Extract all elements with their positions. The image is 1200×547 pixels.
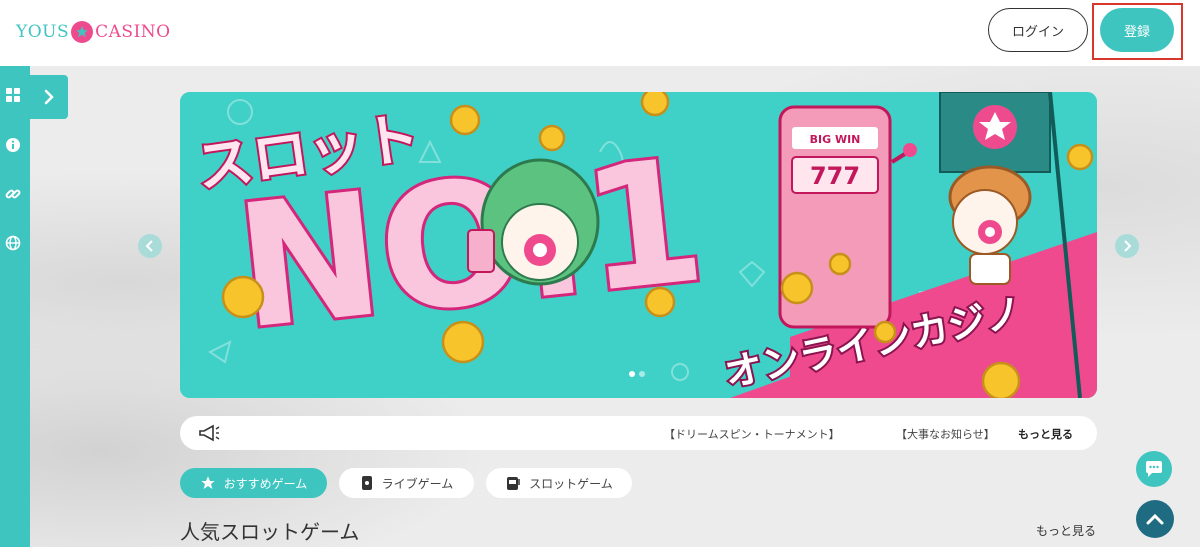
tab-label: スロットゲーム	[529, 476, 613, 491]
banner-next-button[interactable]	[1115, 234, 1139, 258]
chat-bubble-icon	[1146, 461, 1162, 477]
sidebar-expand-button[interactable]	[30, 75, 68, 119]
left-sidebar	[0, 66, 30, 547]
logo-text-right: CASINO	[95, 22, 171, 42]
chevron-left-icon	[145, 240, 153, 252]
news-item-tournament[interactable]: 【ドリームスピン・トーナメント】	[664, 426, 840, 442]
promo-banner[interactable]: スロット NO.1 オンラインカジノ BIG WIN 777	[180, 92, 1097, 398]
globe-icon[interactable]	[4, 234, 22, 252]
banner-machine-label: BIG WIN	[810, 133, 861, 146]
banner-prev-button[interactable]	[138, 234, 162, 258]
chat-button[interactable]	[1136, 451, 1172, 487]
tab-live-games[interactable]: ライブゲーム	[339, 468, 474, 498]
chevron-up-icon	[1146, 513, 1164, 525]
banner-artwork: スロット NO.1 オンラインカジノ BIG WIN 777	[180, 92, 1097, 398]
grid-icon[interactable]	[4, 86, 22, 104]
site-logo[interactable]: YOUS CASINO	[16, 18, 171, 46]
top-header: YOUS CASINO ログイン 登録	[0, 0, 1200, 66]
tab-recommended-games[interactable]: おすすめゲーム	[180, 468, 327, 498]
chevron-right-icon	[44, 89, 54, 105]
banner-machine-digits: 777	[810, 162, 860, 190]
logo-star-icon	[71, 21, 94, 43]
login-button[interactable]: ログイン	[988, 8, 1088, 52]
star-icon	[201, 476, 215, 489]
chevron-right-icon	[1124, 240, 1132, 252]
news-ticker: 【ドリームスピン・トーナメント】 【大事なお知らせ】 もっと見る	[180, 416, 1097, 450]
scroll-top-button[interactable]	[1136, 500, 1174, 538]
news-more-link[interactable]: もっと見る	[1018, 426, 1073, 442]
tab-label: ライブゲーム	[381, 476, 454, 491]
section-title: 人気スロットゲーム	[180, 520, 360, 544]
slot-machine-icon	[507, 477, 520, 490]
section-more-link[interactable]: もっと見る	[1036, 522, 1096, 539]
megaphone-icon	[198, 424, 220, 446]
cards-icon	[361, 476, 372, 490]
news-item-notice[interactable]: 【大事なお知らせ】	[896, 426, 995, 442]
tab-label: おすすめゲーム	[223, 476, 308, 491]
info-icon[interactable]	[4, 136, 22, 154]
tab-slot-games[interactable]: スロットゲーム	[486, 468, 632, 498]
link-icon[interactable]	[4, 185, 22, 203]
logo-text-left: YOUS	[16, 22, 70, 42]
register-button[interactable]: 登録	[1100, 8, 1174, 52]
